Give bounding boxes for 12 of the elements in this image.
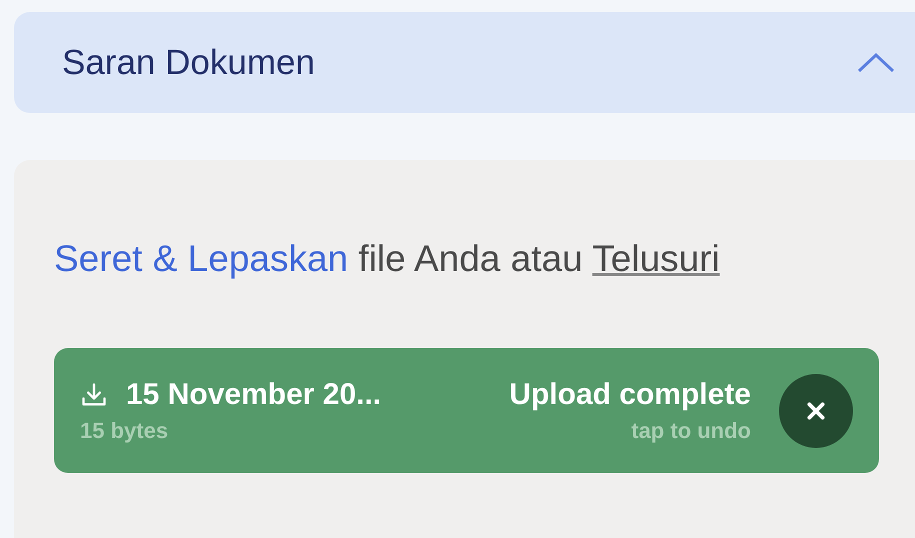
drop-instruction: Seret & Lepaskan file Anda atau Telusuri xyxy=(54,238,721,280)
chevron-icon[interactable] xyxy=(856,50,896,74)
section-title: Saran Dokumen xyxy=(62,42,316,82)
file-size: 15 bytes xyxy=(80,418,170,444)
download-icon xyxy=(80,380,108,408)
upload-status: Upload complete xyxy=(509,378,751,412)
section-header[interactable]: Saran Dokumen xyxy=(14,12,915,113)
browse-link[interactable]: Telusuri xyxy=(592,238,720,279)
drop-zone[interactable]: Seret & Lepaskan file Anda atau Telusuri 15 November 20... 15 bytes Upload complete tap to undo xyxy=(14,160,915,538)
close-icon xyxy=(805,400,827,422)
undo-hint: tap to undo xyxy=(631,418,751,444)
file-name: 15 November 20... xyxy=(126,378,382,412)
